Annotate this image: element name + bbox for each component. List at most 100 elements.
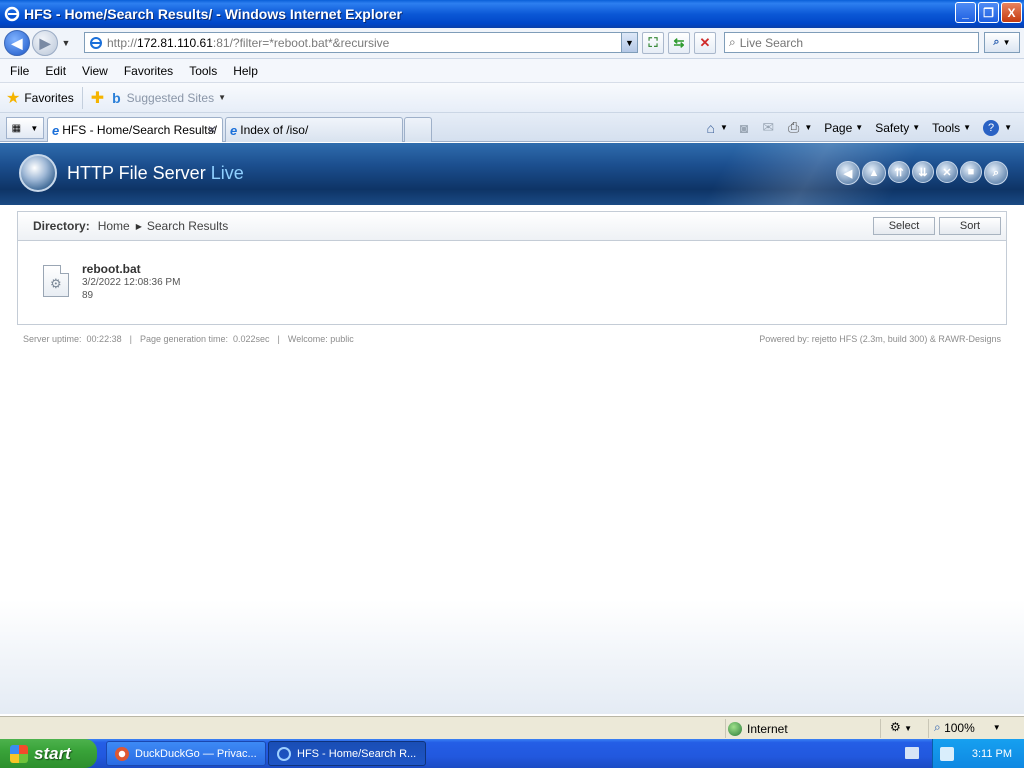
directory-bar: Directory: Home ▶ Search Results Select … — [17, 211, 1007, 241]
duckduckgo-icon — [115, 746, 129, 761]
taskbar-item-hfs[interactable]: HFS - Home/Search R... — [268, 741, 426, 766]
welcome-user: public — [330, 334, 354, 344]
back-button[interactable]: ◀ — [4, 30, 30, 56]
status-divider — [880, 719, 881, 738]
uptime-label: Server uptime: — [23, 334, 82, 344]
command-bar: ⌂ ▼ ◙ ✉ ⎙ ▼ Page ▼ Safety ▼ Tools ▼ ? ▼ — [707, 113, 1024, 142]
compatibility-view-icon[interactable]: ⛶ — [642, 32, 664, 54]
safety-menu-label: Safety — [875, 120, 910, 135]
add-favorite-icon[interactable]: ✚ — [91, 88, 104, 108]
breadcrumb-search-results[interactable]: Search Results — [147, 219, 228, 233]
uptime-value: 00:22:38 — [86, 334, 122, 344]
minimize-button[interactable]: _ — [955, 2, 976, 23]
sort-button[interactable]: Sort — [939, 217, 1001, 235]
printer-icon: ⎙ — [788, 119, 800, 135]
new-tab-button[interactable] — [404, 117, 432, 142]
suggested-sites-button[interactable]: b Suggested Sites ▼ — [108, 90, 226, 106]
security-zone: Internet — [728, 720, 788, 737]
home-button[interactable]: ⌂ ▼ — [707, 120, 728, 136]
ie-page-icon: e — [230, 122, 238, 138]
taskbar-item-label: DuckDuckGo — Privac... — [135, 747, 257, 760]
clear-icon[interactable]: ✕ — [936, 161, 958, 183]
live-search-input[interactable] — [739, 35, 960, 50]
taskbar-item-duckduckgo[interactable]: DuckDuckGo — Privac... — [106, 741, 266, 766]
back-arrow-icon[interactable]: ◀ — [836, 161, 860, 185]
live-search-box[interactable]: ⌕ — [724, 32, 979, 53]
clock[interactable]: 3:11 PM — [972, 748, 1012, 760]
zone-label: Internet — [747, 721, 788, 736]
keyboard-icon[interactable] — [905, 747, 919, 759]
gear-icon: ⚙ — [50, 276, 62, 291]
menu-edit[interactable]: Edit — [45, 64, 66, 78]
page-footer: Server uptime: 00:22:38 | Page generatio… — [23, 334, 1001, 344]
quick-tabs-button[interactable]: ▦ ▼ — [6, 117, 44, 139]
search-go-button[interactable]: ⌕ ▼ — [984, 32, 1020, 53]
safety-menu[interactable]: Safety ▼ — [875, 121, 920, 135]
window-titlebar: HFS - Home/Search Results/ - Windows Int… — [0, 0, 1024, 28]
address-toolbar: ◀ ▶ ▼ http://172.81.110.61:81/?filter=*r… — [0, 28, 1024, 59]
quick-tabs-icon: ▦ — [11, 122, 22, 134]
favorites-bar: ★ Favorites ✚ b Suggested Sites ▼ — [0, 83, 1024, 113]
expand-icon[interactable]: ⇈ — [888, 161, 910, 183]
zoom-chevron-icon: ▼ — [992, 723, 1001, 732]
stop-icon[interactable]: ✕ — [694, 32, 716, 54]
page-content: HTTP File Server Live ◀ ▲ ⇈ ⇊ ✕ ■ ⌕ Dire… — [0, 143, 1024, 714]
select-button[interactable]: Select — [873, 217, 935, 235]
gentime-label: Page generation time: — [139, 334, 228, 344]
favorites-button[interactable]: ★ Favorites — [6, 88, 74, 108]
zoom-button[interactable]: ⌕ 100% ▼ — [934, 720, 1001, 735]
feeds-button[interactable]: ◙ — [740, 120, 750, 136]
breadcrumb-arrow-icon: ▶ — [135, 221, 142, 231]
search-icon[interactable]: ⌕ — [984, 161, 1008, 185]
batch-file-icon[interactable]: ⚙ — [43, 265, 69, 297]
help-icon: ? — [983, 119, 1000, 136]
tools-menu[interactable]: Tools ▼ — [932, 121, 971, 135]
taskbar: start DuckDuckGo — Privac... HFS - Home/… — [0, 739, 1024, 768]
protected-mode-icon[interactable]: ⚙ ▼ — [890, 720, 912, 734]
menu-favorites[interactable]: Favorites — [124, 64, 173, 78]
address-input[interactable]: http://172.81.110.61:81/?filter=*reboot.… — [84, 32, 638, 53]
ie-taskbar-icon — [277, 746, 291, 761]
help-button[interactable]: ? ▼ — [983, 119, 1012, 136]
magnifier-icon: ⌕ — [993, 36, 1000, 48]
tools-menu-label: Tools — [932, 120, 961, 135]
file-name-link[interactable]: reboot.bat — [82, 262, 141, 276]
footer-divider: | — [277, 334, 280, 344]
address-dropdown-chevron-icon[interactable]: ▼ — [621, 33, 637, 52]
network-icon[interactable] — [939, 746, 954, 761]
status-divider — [725, 719, 726, 738]
tab-index-iso[interactable]: e Index of /iso/ — [225, 117, 403, 142]
menu-tools[interactable]: Tools — [189, 64, 217, 78]
tab-label: HFS - Home/Search Results/ — [62, 123, 217, 137]
lock-icon[interactable]: ■ — [960, 161, 982, 183]
tab-hfs-search[interactable]: e HFS - Home/Search Results/ ✕ — [47, 117, 223, 142]
gentime-value: 0.022sec — [233, 334, 270, 344]
windows-flag-icon — [10, 744, 28, 763]
directory-label: Directory: — [33, 219, 90, 233]
print-button[interactable]: ⎙ ▼ — [788, 119, 812, 136]
up-arrow-icon[interactable]: ▲ — [862, 161, 886, 185]
close-tab-icon[interactable]: ✕ — [207, 123, 217, 137]
menu-help[interactable]: Help — [233, 64, 258, 78]
forward-button[interactable]: ▶ — [32, 30, 58, 56]
file-size: 89 — [82, 290, 94, 301]
chevron-down-icon: ▼ — [218, 93, 226, 102]
zoom-magnifier-icon: ⌕ — [934, 720, 941, 734]
read-mail-button[interactable]: ✉ — [762, 119, 776, 136]
zoom-level: 100% — [944, 720, 975, 735]
page-menu[interactable]: Page ▼ — [824, 121, 863, 135]
restore-button[interactable]: ❐ — [978, 2, 999, 23]
close-button[interactable]: X — [1001, 2, 1022, 23]
menu-view[interactable]: View — [82, 64, 108, 78]
tab-list-chevron-icon[interactable]: ▼ — [30, 124, 38, 133]
refresh-icon[interactable]: ⇆ — [668, 32, 690, 54]
status-divider — [928, 719, 929, 738]
recent-pages-chevron-icon[interactable]: ▼ — [60, 38, 72, 48]
welcome-label: Welcome: — [287, 334, 328, 344]
collapse-icon[interactable]: ⇊ — [912, 161, 934, 183]
home-icon: ⌂ — [706, 119, 715, 136]
menu-file[interactable]: File — [10, 64, 29, 78]
mail-icon: ✉ — [762, 119, 775, 135]
start-button[interactable]: start — [0, 739, 97, 768]
breadcrumb-home[interactable]: Home — [98, 219, 130, 233]
